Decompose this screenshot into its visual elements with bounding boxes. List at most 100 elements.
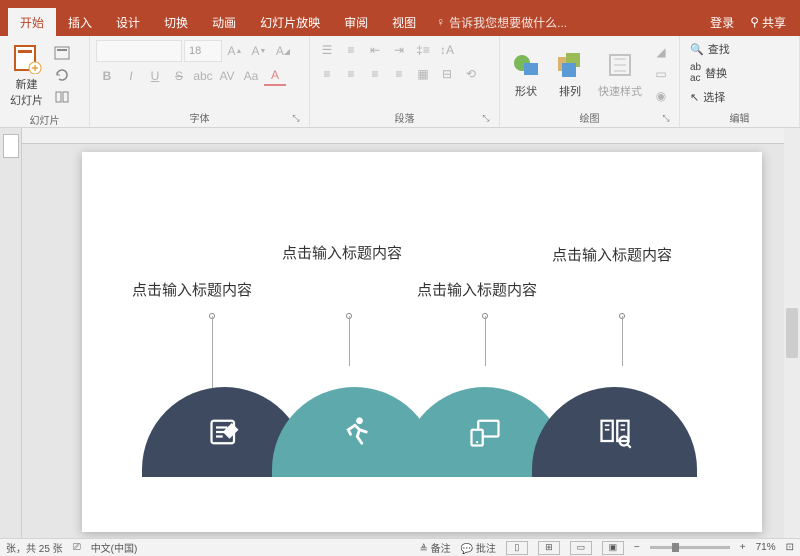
pin-line-3 xyxy=(485,316,486,366)
zoom-out-button[interactable]: − xyxy=(634,542,640,553)
align-left-button[interactable]: ≡ xyxy=(316,64,338,84)
clear-format-button[interactable]: A◢ xyxy=(272,41,294,61)
section-button[interactable] xyxy=(51,87,73,107)
quick-styles-icon xyxy=(604,49,636,81)
workspace: 点击输入标题内容 点击输入标题内容 点击输入标题内容 点击输入标题内容 xyxy=(0,128,800,538)
increase-font-button[interactable]: A▲ xyxy=(224,41,246,61)
ruler-origin xyxy=(3,134,19,158)
select-button[interactable]: ↖选择 xyxy=(686,88,729,106)
line-spacing-button[interactable]: ‡≡ xyxy=(412,40,434,60)
shadow-button[interactable]: abc xyxy=(192,66,214,86)
book-search-icon xyxy=(597,414,633,450)
sorter-view-button[interactable]: ⊞ xyxy=(538,541,560,555)
drawing-expand-icon[interactable]: ⤡ xyxy=(661,113,671,123)
tab-insert[interactable]: 插入 xyxy=(56,8,104,37)
smartart-button[interactable]: ⟲ xyxy=(460,64,482,84)
find-label: 查找 xyxy=(708,41,730,57)
italic-button[interactable]: I xyxy=(120,66,142,86)
columns-button[interactable]: ▦ xyxy=(412,64,434,84)
tell-me[interactable]: ♀ 告诉我您想要做什么... xyxy=(436,14,567,31)
case-button[interactable]: Aa xyxy=(240,66,262,86)
bullets-button[interactable]: ☰ xyxy=(316,40,338,60)
group-slides: 新建 幻灯片 幻灯片 xyxy=(0,36,90,127)
canvas-area[interactable]: 点击输入标题内容 点击输入标题内容 点击输入标题内容 点击输入标题内容 xyxy=(22,128,800,538)
zoom-slider[interactable] xyxy=(650,546,730,549)
font-color-button[interactable]: A xyxy=(264,66,286,86)
slide-count: 张，共 25 张 xyxy=(6,540,63,555)
shape-fill-button[interactable]: ◢ xyxy=(650,42,672,62)
align-center-button[interactable]: ≡ xyxy=(340,64,362,84)
arrange-label: 排列 xyxy=(559,83,581,99)
tab-animation[interactable]: 动画 xyxy=(200,8,248,37)
align-text-button[interactable]: ⊟ xyxy=(436,64,458,84)
new-slide-button[interactable]: 新建 幻灯片 xyxy=(6,40,47,110)
replace-label: 替换 xyxy=(705,65,727,81)
reading-view-button[interactable]: ▭ xyxy=(570,541,592,555)
group-font-label: 字体⤡ xyxy=(96,108,303,125)
layout-button[interactable] xyxy=(51,43,73,63)
tab-slideshow[interactable]: 幻灯片放映 xyxy=(248,8,332,37)
tab-start[interactable]: 开始 xyxy=(8,8,56,37)
zoom-handle[interactable] xyxy=(672,543,679,552)
slide-title-2[interactable]: 点击输入标题内容 xyxy=(282,242,402,263)
align-right-button[interactable]: ≡ xyxy=(364,64,386,84)
share-label: 共享 xyxy=(762,14,786,31)
normal-view-button[interactable]: ▯ xyxy=(506,541,528,555)
scrollbar-thumb[interactable] xyxy=(786,308,798,358)
share-button[interactable]: ⚲ 共享 xyxy=(744,14,792,31)
shape-outline-button[interactable]: ▭ xyxy=(650,64,672,84)
fit-window-button[interactable]: ⊡ xyxy=(786,542,794,553)
paragraph-expand-icon[interactable]: ⤡ xyxy=(481,113,491,123)
font-size-input[interactable] xyxy=(184,40,222,62)
justify-button[interactable]: ≡ xyxy=(388,64,410,84)
group-paragraph: ☰ ≡ ⇤ ⇥ ‡≡ ↕A ≡ ≡ ≡ ≡ ▦ ⊟ ⟲ 段落⤡ xyxy=(310,36,500,127)
devices-icon xyxy=(467,414,503,450)
bold-button[interactable]: B xyxy=(96,66,118,86)
shapes-button[interactable]: 形状 xyxy=(506,47,546,101)
semicircle-4[interactable] xyxy=(532,387,697,477)
bulb-icon: ♀ xyxy=(436,15,445,29)
pin-line-1 xyxy=(212,316,213,392)
notes-button[interactable]: ≜ 备注 xyxy=(420,540,451,555)
find-button[interactable]: 🔍 查找 xyxy=(686,40,734,58)
login-button[interactable]: 登录 xyxy=(700,14,744,31)
strike-button[interactable]: S xyxy=(168,66,190,86)
arrange-button[interactable]: 排列 xyxy=(550,47,590,101)
numbering-button[interactable]: ≡ xyxy=(340,40,362,60)
underline-button[interactable]: U xyxy=(144,66,166,86)
tab-view[interactable]: 视图 xyxy=(380,8,428,37)
language-label[interactable]: 中文(中国) xyxy=(91,540,138,555)
ribbon-tabs: 开始 插入 设计 切换 动画 幻灯片放映 审阅 视图 ♀ 告诉我您想要做什么..… xyxy=(0,8,800,36)
slide-title-4[interactable]: 点击输入标题内容 xyxy=(552,244,672,265)
group-editing-label: 编辑 xyxy=(686,108,793,125)
tab-review[interactable]: 审阅 xyxy=(332,8,380,37)
select-label: 选择 xyxy=(703,89,725,105)
decrease-font-button[interactable]: A▼ xyxy=(248,41,270,61)
spacing-button[interactable]: AV xyxy=(216,66,238,86)
replace-icon: abac xyxy=(690,62,701,84)
slideshow-view-button[interactable]: ▣ xyxy=(602,541,624,555)
indent-increase-button[interactable]: ⇥ xyxy=(388,40,410,60)
replace-button[interactable]: abac 替换 xyxy=(686,61,731,85)
notepad-icon xyxy=(207,414,243,450)
text-direction-button[interactable]: ↕A xyxy=(436,40,458,60)
spellcheck-icon[interactable]: ⎚ xyxy=(73,542,81,553)
shape-effects-button[interactable]: ◉ xyxy=(650,86,672,106)
slide-title-1[interactable]: 点击输入标题内容 xyxy=(132,279,252,300)
zoom-in-button[interactable]: + xyxy=(740,542,746,553)
zoom-level[interactable]: 71% xyxy=(756,542,776,553)
indent-decrease-button[interactable]: ⇤ xyxy=(364,40,386,60)
font-family-input[interactable] xyxy=(96,40,182,62)
scrollbar-vertical[interactable] xyxy=(784,128,800,538)
quick-styles-button[interactable]: 快速样式 xyxy=(594,47,646,101)
slide[interactable]: 点击输入标题内容 点击输入标题内容 点击输入标题内容 点击输入标题内容 xyxy=(82,152,762,532)
comments-button[interactable]: 💬 批注 xyxy=(461,540,496,555)
running-person-icon xyxy=(337,414,373,450)
reset-button[interactable] xyxy=(51,65,73,85)
font-expand-icon[interactable]: ⤡ xyxy=(291,113,301,123)
tab-design[interactable]: 设计 xyxy=(104,8,152,37)
find-icon: 🔍 xyxy=(690,43,704,56)
arrange-icon xyxy=(554,49,586,81)
slide-title-3[interactable]: 点击输入标题内容 xyxy=(417,279,537,300)
tab-transition[interactable]: 切换 xyxy=(152,8,200,37)
